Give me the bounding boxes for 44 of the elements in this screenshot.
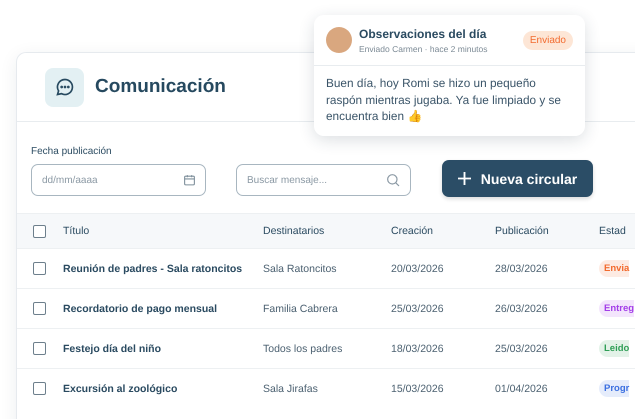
recipients-cell-text: Familia Cabrera: [263, 302, 339, 314]
recipients-cell-text: Sala Ratoncitos: [263, 262, 338, 274]
created-date-cell-text: 15/03/2026: [391, 382, 445, 394]
select-all-checkbox[interactable]: [33, 224, 46, 238]
chat-icon: [45, 68, 84, 106]
notification-subtitle: Enviado Carmen · hace 2 minutos: [359, 44, 489, 54]
notification-message: Buen día, hoy Romi se hizo un pequeño raspón mientras jugaba. Ya fue limpiado y se encuentra bien 👍: [325, 75, 562, 124]
title-cell-text: Excursión al zoológico: [63, 382, 178, 394]
avatar: [326, 27, 352, 53]
recipients-cell-text: Todos los padres: [263, 342, 344, 354]
search-icon: [385, 172, 401, 188]
status-badge: Entreg: [599, 300, 634, 317]
row-checkbox[interactable]: [33, 342, 46, 355]
page-title: Comunicación: [95, 76, 226, 98]
created-date-cell-text: 18/03/2026: [391, 342, 445, 354]
column-header: Título: [63, 225, 90, 237]
column-header: Estad: [599, 225, 627, 237]
date-label: Fecha publicación: [31, 146, 113, 157]
title-cell-text: Reunión de padres - Sala ratoncitos: [63, 262, 244, 274]
column-header: Publicación: [495, 225, 550, 237]
status-badge: Progr: [599, 380, 630, 397]
created-date-cell-text: 25/03/2026: [391, 302, 445, 314]
title-cell-text: Recordatorio de pago mensual: [63, 302, 218, 314]
status-badge: Enviado: [522, 30, 573, 50]
new-circular-button[interactable]: Nueva circular: [442, 160, 593, 197]
created-date-cell-text: 20/03/2026: [391, 262, 445, 274]
column-header: Destinatarios: [263, 225, 326, 237]
date-field[interactable]: dd/mm/aaaa: [31, 164, 206, 196]
status-badge: Leido: [599, 340, 630, 357]
plus-icon: [458, 172, 471, 185]
recipients-cell-text: Sala Jirafas: [263, 382, 319, 394]
published-date-cell-text: 28/03/2026: [495, 262, 549, 274]
row-checkbox[interactable]: [33, 262, 46, 275]
published-date-cell-text: 25/03/2026: [495, 342, 549, 354]
published-date-cell-text: 26/03/2026: [495, 302, 549, 314]
status-badge: Envia: [599, 260, 630, 277]
published-date-cell-text: 01/04/2026: [495, 382, 549, 394]
column-header: Creación: [391, 225, 434, 237]
row-checkbox[interactable]: [33, 302, 46, 315]
search-field[interactable]: Buscar mensaje...: [236, 164, 411, 196]
row-checkbox[interactable]: [33, 382, 46, 395]
notification-title: Observaciones del día: [359, 26, 488, 40]
calendar-icon: [183, 174, 196, 186]
title-cell-text: Festejo día del niño: [63, 342, 162, 354]
